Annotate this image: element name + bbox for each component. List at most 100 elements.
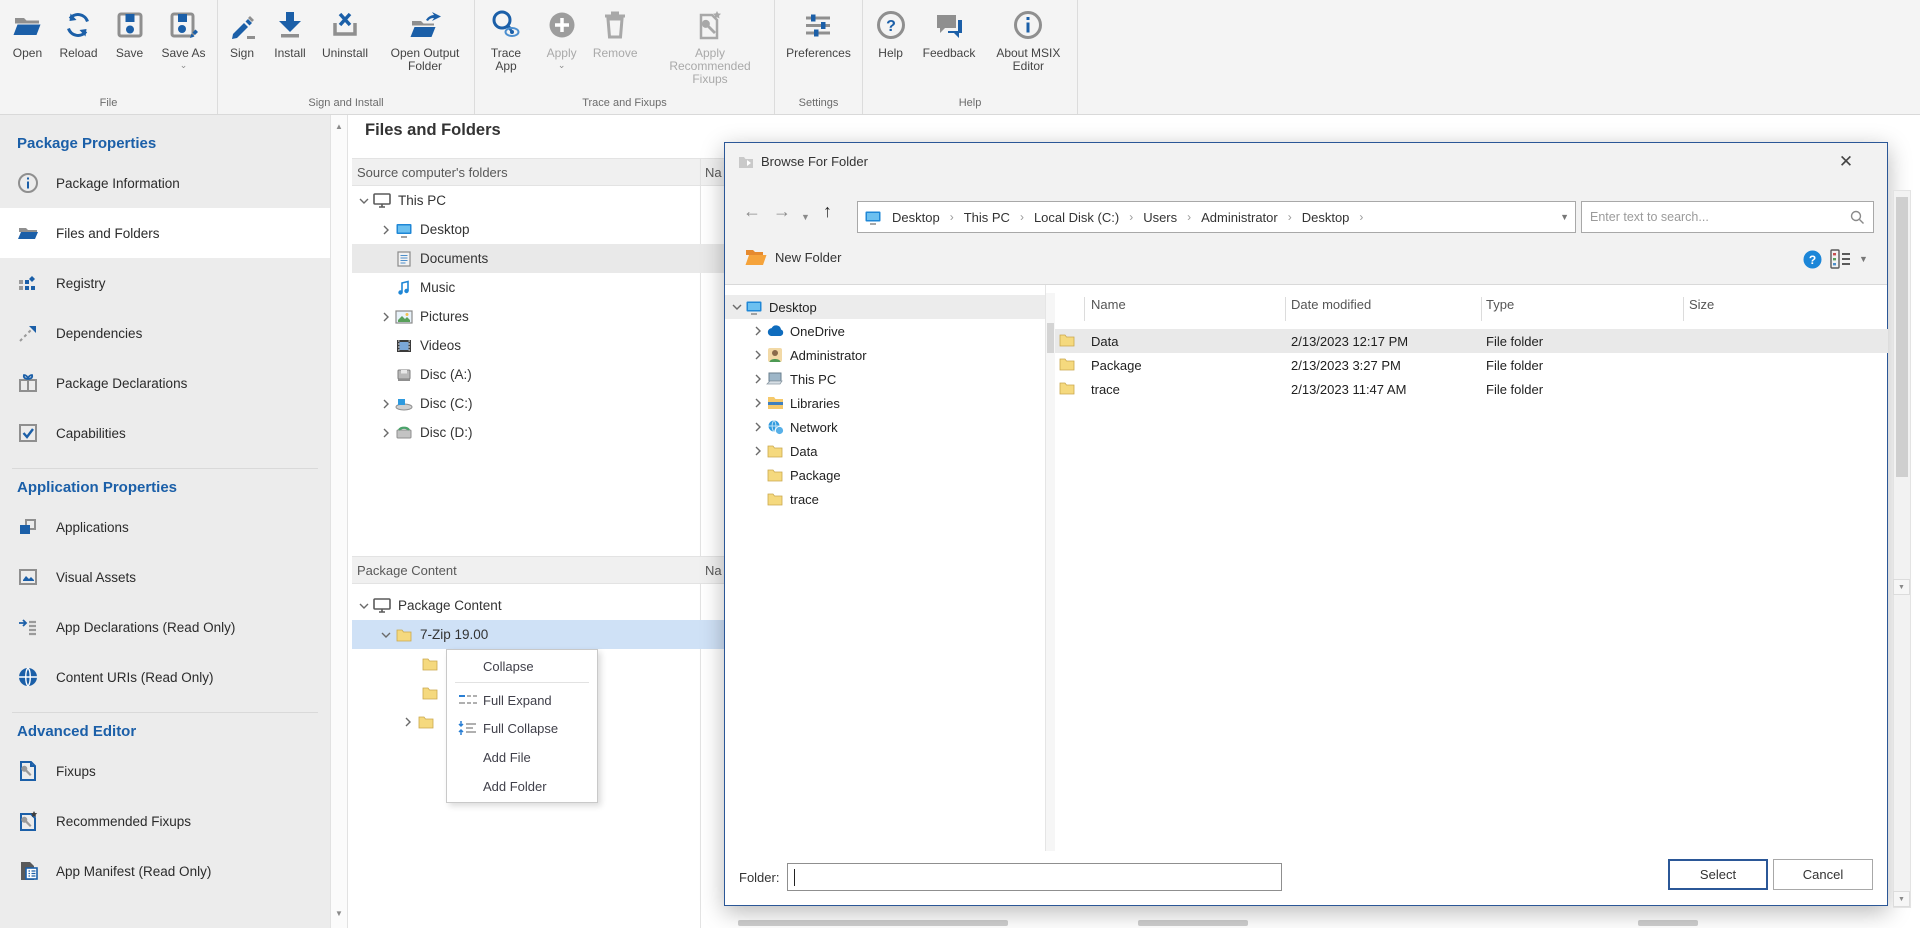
ribbon-group-label: Trace and Fixups [475,96,774,114]
column-divider [1285,297,1286,321]
up-arrow-icon[interactable]: ↑ [823,201,832,221]
search-input[interactable]: Enter text to search... [1581,201,1874,233]
sidebar-scrollbar[interactable]: ▲ ▼ [330,115,348,928]
sidebar-item-applications[interactable]: Applications [0,502,330,552]
back-arrow-icon[interactable]: ← [743,201,761,221]
breadcrumb-item[interactable]: Users [1133,210,1187,225]
recommended-fixups-icon [693,7,727,43]
breadcrumb-item[interactable]: Desktop [1292,210,1360,225]
tree-item-package-content-root[interactable]: Package Content [356,591,502,620]
column-header-date-modified[interactable]: Date modified [1291,297,1371,312]
sidebar-item-files-and-folders[interactable]: Files and Folders [0,208,330,258]
tree-item-disc-c[interactable]: Disc (C:) [378,389,473,418]
background-window-scrollbar[interactable]: ▼ ▼ [1893,190,1911,908]
sidebar-item-visual-assets[interactable]: Visual Assets [0,552,330,602]
new-folder-button[interactable]: New Folder [745,248,841,266]
file-row-trace[interactable]: trace 2/13/2023 11:47 AM File folder [1055,377,1888,401]
feedback-button[interactable]: Feedback [916,7,983,60]
dialog-tree-item-desktop[interactable]: Desktop [730,295,817,319]
breadcrumb-item[interactable]: Local Disk (C:) [1024,210,1129,225]
file-row-data[interactable]: Data 2/13/2023 12:17 PM File folder [1055,329,1888,353]
install-button[interactable]: Install [267,7,313,60]
user-icon [765,347,785,363]
sidebar-item-content-uris[interactable]: Content URIs (Read Only) [0,652,330,702]
tree-item-hidden-folder[interactable] [420,649,446,678]
save-button[interactable]: Save [107,7,153,60]
tree-item-hidden-folder[interactable] [400,707,442,736]
trace-app-button[interactable]: Trace App [475,7,537,73]
breadcrumb-item[interactable]: Administrator [1191,210,1288,225]
scroll-down-arrow[interactable]: ▼ [1893,579,1910,595]
dialog-tree-item-data[interactable]: Data [751,439,817,463]
tree-item-pictures[interactable]: Pictures [378,302,469,331]
dialog-tree-item-trace[interactable]: trace [765,487,819,511]
reload-button[interactable]: Reload [52,7,104,60]
sidebar-item-capabilities[interactable]: Capabilities [0,408,330,458]
dialog-tree-item-this-pc[interactable]: This PC [751,367,836,391]
about-msix-editor-button[interactable]: About MSIX Editor [984,7,1072,73]
apply-button[interactable]: Apply ⌄ [539,7,584,69]
sidebar-item-app-declarations[interactable]: App Declarations (Read Only) [0,602,330,652]
select-button[interactable]: Select [1668,859,1768,890]
sidebar-item-package-declarations[interactable]: Package Declarations [0,358,330,408]
dialog-tree-item-network[interactable]: Network [751,415,838,439]
dialog-tree-item-onedrive[interactable]: OneDrive [751,319,845,343]
sidebar-item-fixups[interactable]: Fixups [0,746,330,796]
help-button[interactable]: ? Help [868,7,914,60]
open-output-folder-button[interactable]: Open Output Folder [377,7,473,73]
tree-item-music[interactable]: Music [378,273,455,302]
scrollbar-thumb[interactable] [1047,323,1054,353]
cancel-button[interactable]: Cancel [1773,859,1873,890]
ribbon-group-trace-and-fixups: Trace App Apply ⌄ Remove Apply Recommend… [475,0,775,114]
sidebar-item-registry[interactable]: Registry [0,258,330,308]
context-menu-item-full-expand[interactable]: Full Expand [447,686,597,714]
open-button[interactable]: Open [4,7,50,60]
scroll-down-arrow[interactable]: ▼ [331,905,347,922]
context-menu-item-add-file[interactable]: Add File [447,743,597,771]
column-header-size[interactable]: Size [1689,297,1714,312]
dialog-tree-item-libraries[interactable]: Libraries [751,391,840,415]
view-mode-icon[interactable] [1830,249,1852,274]
preferences-button[interactable]: Preferences [779,7,858,60]
breadcrumb-item[interactable]: Desktop [882,210,950,225]
sidebar-item-app-manifest[interactable]: App Manifest (Read Only) [0,846,330,896]
context-menu-item-full-collapse[interactable]: Full Collapse [447,714,597,742]
save-as-button[interactable]: Save As ⌄ [155,7,213,69]
history-chevron-icon[interactable]: ▼ [801,207,810,227]
dialog-tree-item-administrator[interactable]: Administrator [751,343,867,367]
scrollbar-thumb[interactable] [1896,197,1908,477]
forward-arrow-icon[interactable]: → [773,201,791,221]
tree-item-disc-a[interactable]: Disc (A:) [378,360,472,389]
remove-button[interactable]: Remove [586,7,644,60]
scroll-down-arrow[interactable]: ▼ [1893,891,1910,907]
tree-item-desktop[interactable]: Desktop [378,215,470,244]
file-row-package[interactable]: Package 2/13/2023 3:27 PM File folder [1055,353,1888,377]
breadcrumb-item[interactable]: This PC [954,210,1020,225]
close-icon[interactable]: ✕ [1833,149,1859,175]
sidebar-item-package-information[interactable]: Package Information [0,158,330,208]
column-header-name[interactable]: Name [1091,297,1126,312]
dialog-tree-scrollbar[interactable] [1046,293,1055,851]
tree-item-7zip[interactable]: 7-Zip 19.00 [378,620,488,649]
dialog-tree-item-package[interactable]: Package [765,463,841,487]
folder-input[interactable] [787,863,1282,891]
breadcrumb-dropdown-icon[interactable]: ▼ [1560,212,1569,222]
context-menu-item-add-folder[interactable]: Add Folder [447,772,597,800]
sidebar-item-recommended-fixups[interactable]: Recommended Fixups [0,796,330,846]
sidebar-item-dependencies[interactable]: Dependencies [0,308,330,358]
uninstall-button[interactable]: Uninstall [315,7,375,60]
dialog-help-icon[interactable]: ? [1803,250,1822,274]
tree-item-this-pc[interactable]: This PC [356,186,446,215]
context-menu-item-collapse[interactable]: Collapse [447,652,597,680]
scroll-up-arrow[interactable]: ▲ [331,118,347,135]
tree-item-hidden-folder[interactable] [420,678,446,707]
apply-recommended-fixups-button[interactable]: Apply Recommended Fixups [646,7,774,86]
tree-item-videos[interactable]: Videos [378,331,461,360]
tree-item-disc-d[interactable]: Disc (D:) [378,418,473,447]
column-header-type[interactable]: Type [1486,297,1514,312]
tree-item-documents[interactable]: Documents [378,244,488,273]
sign-button[interactable]: Sign [219,7,265,60]
breadcrumb[interactable]: Desktop› This PC› Local Disk (C:)› Users… [857,201,1576,233]
view-mode-dropdown-icon[interactable]: ▼ [1859,254,1868,264]
clipped-column-header: Na [705,158,724,186]
